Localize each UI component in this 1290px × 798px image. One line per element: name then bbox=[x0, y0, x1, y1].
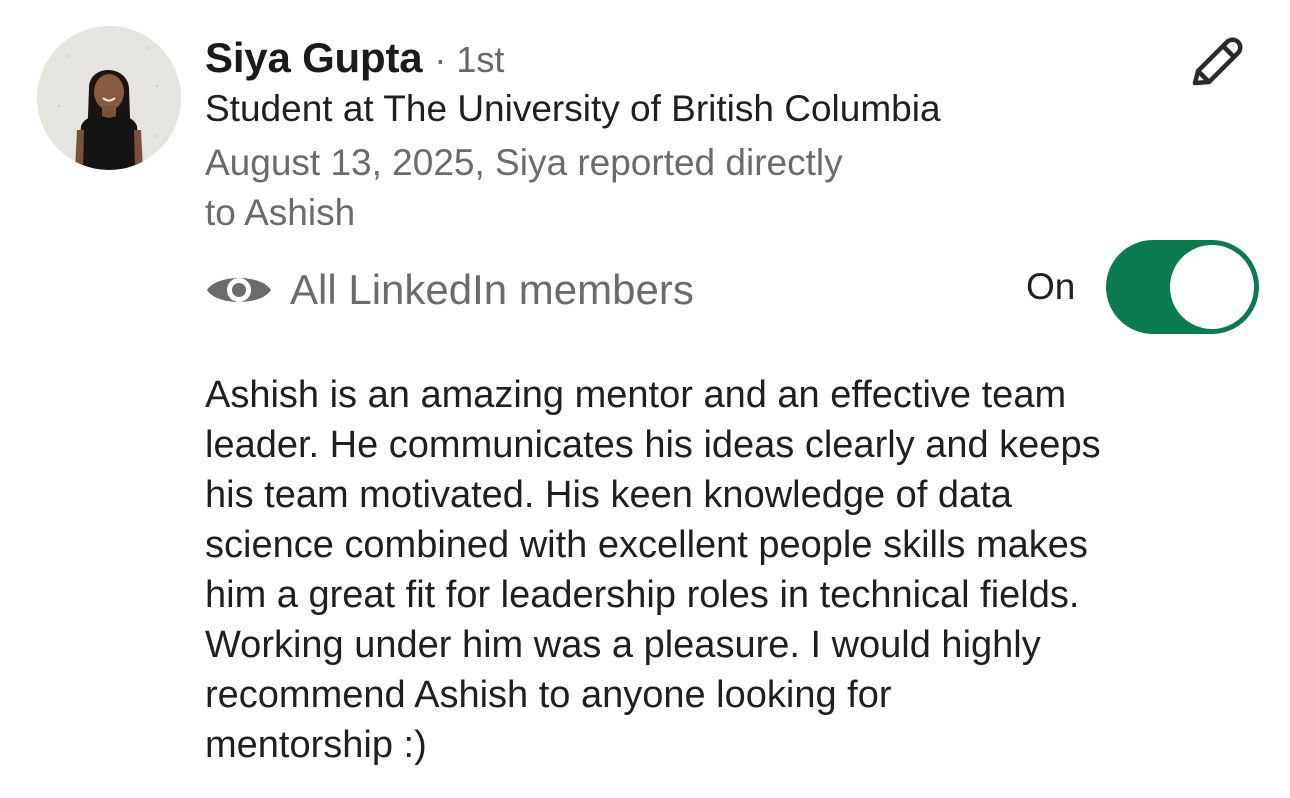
recommender-headline: Student at The University of British Col… bbox=[205, 88, 941, 129]
visibility-toggle[interactable] bbox=[1106, 240, 1259, 334]
recommender-name[interactable]: Siya Gupta bbox=[205, 34, 423, 82]
recommendation-text: Ashish is an amazing mentor and an effec… bbox=[205, 374, 1101, 766]
toggle-state-label: On bbox=[1026, 266, 1076, 307]
eye-icon bbox=[205, 270, 273, 310]
visibility-label: All LinkedIn members bbox=[290, 266, 694, 313]
relationship-text: August 13, 2025, Siya reported directly … bbox=[205, 142, 843, 233]
edit-button[interactable] bbox=[1180, 28, 1250, 98]
name-row: Siya Gupta · 1st bbox=[205, 34, 504, 86]
avatar[interactable] bbox=[37, 26, 181, 170]
pencil-icon bbox=[1192, 37, 1243, 86]
visibility-row: All LinkedIn members bbox=[205, 260, 694, 320]
connection-degree: · 1st bbox=[434, 39, 505, 80]
toggle-knob bbox=[1170, 245, 1254, 329]
profile-photo bbox=[37, 26, 181, 170]
